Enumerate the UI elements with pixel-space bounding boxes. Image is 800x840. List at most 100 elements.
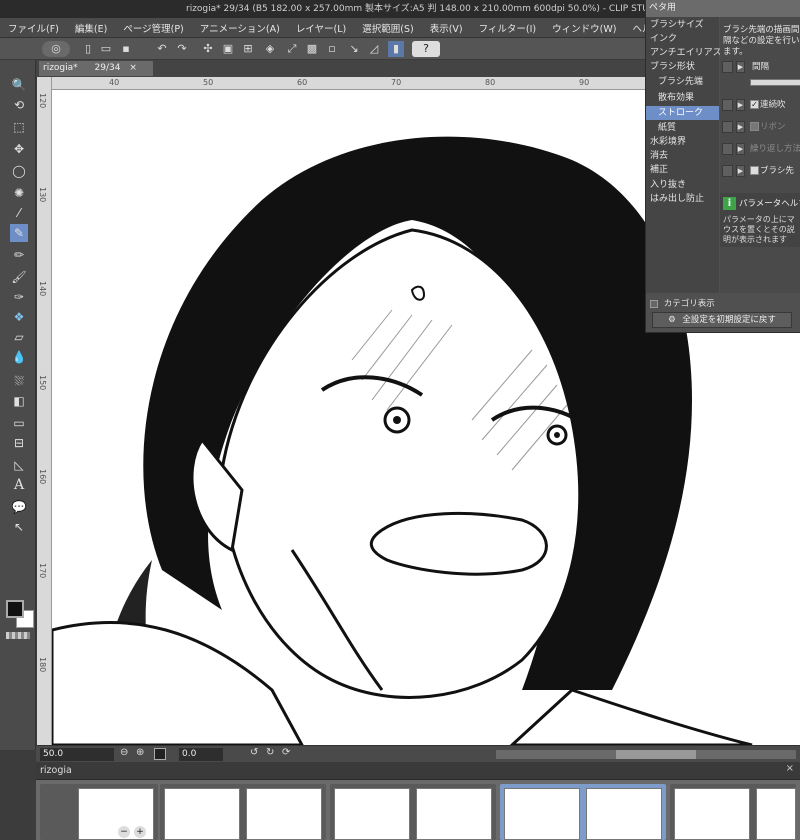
frame-border-icon[interactable]: ⊟ [10, 434, 28, 452]
fill-bucket-icon[interactable]: ⛆ [10, 372, 28, 390]
category-stroke[interactable]: ストローク [646, 106, 719, 120]
zoom-level[interactable]: 50.0 [40, 748, 114, 761]
transparent-color-swatch[interactable] [6, 632, 30, 639]
menu-edit[interactable]: 編集(E) [67, 21, 115, 35]
snap-ruler-icon[interactable]: ↘ [346, 41, 362, 57]
menu-filter[interactable]: フィルター(I) [471, 21, 545, 35]
close-tab-icon[interactable]: × [129, 63, 137, 73]
menu-selection[interactable]: 選択範囲(S) [354, 21, 421, 35]
decoration-icon[interactable]: ❖ [10, 308, 28, 326]
page-thumbnail[interactable] [504, 788, 580, 840]
expand-icon[interactable]: ▶ [736, 99, 745, 111]
open-folder-icon[interactable]: ▭ [98, 41, 114, 57]
balloon-icon[interactable]: 💬 [10, 498, 28, 516]
clip-studio-icon[interactable]: ◎ [42, 41, 70, 57]
param-display-toggle[interactable] [722, 121, 733, 133]
reset-rotation-icon[interactable]: ⟳ [282, 747, 290, 758]
zoom-icon[interactable]: 🔍 [10, 76, 28, 94]
main-color-swatch[interactable] [6, 600, 24, 618]
category-correction[interactable]: 補正 [650, 163, 668, 177]
expand-icon[interactable]: ▶ [736, 121, 745, 133]
page-thumbnail[interactable] [164, 788, 240, 840]
save-icon[interactable]: ▪ [118, 41, 134, 57]
param-display-toggle[interactable] [722, 143, 733, 155]
horizontal-scrollbar[interactable] [496, 750, 796, 759]
reset-all-button[interactable]: ⚙ 全設定を初期設定に戻す [652, 312, 792, 328]
document-tab[interactable]: rizogia* 29/34 × [39, 61, 153, 76]
snap-special-ruler-icon[interactable]: ◿ [366, 41, 382, 57]
continuous-spray-checkbox[interactable]: ✓ [750, 100, 759, 109]
category-watercolor-edge[interactable]: 水彩境界 [650, 135, 686, 149]
category-prevent-overflow[interactable]: はみ出し防止 [650, 192, 704, 206]
undo-icon[interactable]: ↶ [154, 41, 170, 57]
hand-icon[interactable]: ⟲ [10, 96, 28, 114]
rotation-angle[interactable]: 0.0 [179, 748, 223, 761]
invert-selection-icon[interactable]: ▫ [324, 41, 340, 57]
page-thumbnail[interactable] [246, 788, 322, 840]
move-layer-icon[interactable]: ✥ [10, 140, 28, 158]
cut-icon[interactable]: ▣ [220, 41, 236, 57]
correct-line-icon[interactable]: ↖ [10, 518, 28, 536]
fill-icon[interactable]: ◈ [262, 41, 278, 57]
airbrush-icon[interactable]: ✑ [10, 288, 28, 306]
category-brush-size[interactable]: ブラシサイズ [650, 18, 704, 32]
expand-icon[interactable]: ▶ [736, 143, 745, 155]
brush-tip-checkbox[interactable] [750, 166, 759, 175]
ruler-icon[interactable]: ◺ [10, 456, 28, 474]
rotate-right-icon[interactable]: ↻ [266, 747, 274, 758]
pen-icon[interactable]: ✎ [10, 224, 28, 242]
category-paper-texture[interactable]: 紙質 [658, 121, 676, 135]
zoom-in-icon[interactable]: ⊕ [136, 747, 144, 758]
category-spray[interactable]: 散布効果 [658, 91, 694, 105]
page-thumbnail[interactable] [334, 788, 410, 840]
transform-icon[interactable]: ⤢ [284, 41, 300, 57]
expand-icon[interactable]: ▶ [736, 165, 745, 177]
pencil-icon[interactable]: ✏ [10, 246, 28, 264]
clear-icon[interactable]: ✣ [200, 41, 216, 57]
page-thumbnail[interactable] [674, 788, 750, 840]
zoom-in-icon[interactable]: + [134, 826, 146, 838]
menu-view[interactable]: 表示(V) [422, 21, 471, 35]
copy-icon[interactable]: ⊞ [240, 41, 256, 57]
rotate-left-icon[interactable]: ↺ [250, 747, 258, 758]
menu-window[interactable]: ウィンドウ(W) [544, 21, 624, 35]
menu-page[interactable]: ページ管理(P) [115, 21, 191, 35]
gradient-icon[interactable]: ◧ [10, 392, 28, 410]
close-panel-icon[interactable]: × [786, 763, 794, 774]
zoom-out-icon[interactable]: ⊖ [120, 747, 128, 758]
eraser-icon[interactable]: ▱ [10, 328, 28, 346]
category-ink[interactable]: インク [650, 32, 677, 46]
brush-icon[interactable]: 🖌 [10, 268, 28, 286]
category-toggle[interactable]: カテゴリ表示 [650, 297, 715, 309]
figure-icon[interactable]: ▭ [10, 414, 28, 432]
param-display-toggle[interactable] [722, 99, 733, 111]
param-display-toggle[interactable] [722, 165, 733, 177]
magic-wand-icon[interactable]: ✺ [10, 184, 28, 202]
category-antialiasing[interactable]: アンチエイリアス [650, 46, 722, 60]
deselect-icon[interactable]: ▩ [304, 41, 320, 57]
category-brush-shape[interactable]: ブラシ形状 [650, 60, 695, 74]
operation-icon[interactable]: ⬚ [10, 118, 28, 136]
help-icon[interactable]: ? [412, 41, 440, 57]
page-manager-tab[interactable]: rizogia [40, 764, 100, 778]
text-icon[interactable]: A [10, 476, 28, 494]
selection-icon[interactable]: ◯ [10, 162, 28, 180]
menu-animation[interactable]: アニメーション(A) [192, 21, 288, 35]
fit-view-icon[interactable] [154, 748, 166, 760]
expand-icon[interactable]: ▶ [736, 61, 745, 73]
category-toggle-checkbox[interactable] [650, 299, 658, 308]
snap-grid-icon[interactable]: ▮ [388, 41, 404, 57]
new-file-icon[interactable]: ▯ [80, 41, 96, 57]
category-brush-tip[interactable]: ブラシ先端 [658, 75, 703, 89]
page-thumbnail[interactable] [416, 788, 492, 840]
category-start-end[interactable]: 入り抜き [650, 178, 686, 192]
menu-file[interactable]: ファイル(F) [0, 21, 67, 35]
menu-layer[interactable]: レイヤー(L) [288, 21, 354, 35]
page-thumbnail[interactable] [586, 788, 662, 840]
zoom-out-icon[interactable]: − [118, 826, 130, 838]
param-display-toggle[interactable] [722, 61, 733, 73]
page-thumbnail[interactable] [756, 788, 796, 840]
category-erase[interactable]: 消去 [650, 149, 668, 163]
redo-icon[interactable]: ↷ [174, 41, 190, 57]
blend-icon[interactable]: 💧 [10, 348, 28, 366]
